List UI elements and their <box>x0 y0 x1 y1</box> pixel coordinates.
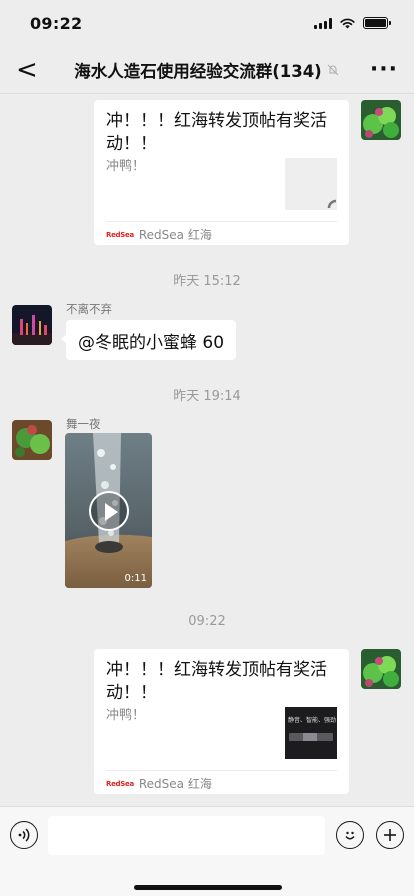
add-icon[interactable] <box>376 821 404 849</box>
signal-icon <box>314 17 332 29</box>
self-avatar[interactable] <box>361 649 401 689</box>
self-avatar[interactable] <box>361 100 401 140</box>
thumbnail-caption: 静音、智能、强劲 <box>288 717 337 724</box>
link-source: RedSea RedSea 红海 <box>106 770 337 796</box>
back-icon[interactable]: < <box>16 57 44 83</box>
status-bar: 09:22 <box>0 0 414 46</box>
message-input[interactable] <box>48 816 325 855</box>
video-duration: 0:11 <box>124 573 147 584</box>
link-thumbnail: 静音、智能、强劲 <box>285 707 337 759</box>
status-time: 09:22 <box>30 13 83 33</box>
redsea-logo: RedSea <box>106 779 134 788</box>
timestamp: 昨天 15:12 <box>173 274 241 289</box>
redsea-logo: RedSea <box>106 230 134 239</box>
chat-header: < 海水人造石使用经验交流群(134) ··· <box>0 46 414 94</box>
status-icons <box>314 17 391 29</box>
input-bar <box>0 806 414 896</box>
wifi-icon <box>340 18 355 29</box>
loading-icon <box>327 199 337 209</box>
mute-icon <box>327 64 339 75</box>
text-message[interactable]: @冬眠的小蜜蜂 60 <box>60 320 237 360</box>
sender-name: 舞一夜 <box>66 417 101 431</box>
link-source: RedSea RedSea 红海 <box>106 221 337 247</box>
emoji-icon[interactable] <box>336 821 364 849</box>
more-icon[interactable]: ··· <box>370 57 398 82</box>
play-icon[interactable] <box>89 491 129 531</box>
link-card-message[interactable]: 冲！！！红海转发顶帖有奖活动！！ 冲鸭！ 静音、智能、强劲 RedSea Red… <box>94 649 349 794</box>
link-thumbnail <box>285 158 337 210</box>
sender-avatar[interactable] <box>12 420 52 460</box>
link-source-name: RedSea 红海 <box>138 777 212 791</box>
battery-icon <box>363 17 391 29</box>
link-card-message[interactable]: 冲！！！红海转发顶帖有奖活动！！ 冲鸭！ RedSea RedSea 红海 <box>94 100 349 245</box>
video-message[interactable]: 0:11 <box>65 433 152 588</box>
voice-icon[interactable] <box>10 821 38 849</box>
timestamp: 09:22 <box>188 614 226 629</box>
home-indicator <box>134 885 282 890</box>
link-description: 冲鸭！ <box>106 159 146 174</box>
link-title: 冲！！！红海转发顶帖有奖活动！！ <box>106 111 327 154</box>
link-description: 冲鸭！ <box>106 708 146 723</box>
link-title: 冲！！！红海转发顶帖有奖活动！！ <box>106 660 327 703</box>
chat-title: 海水人造石使用经验交流群(134) <box>74 61 322 81</box>
link-source-name: RedSea 红海 <box>138 228 212 242</box>
sender-name: 不离不弃 <box>66 302 112 316</box>
chat-title-wrap: 海水人造石使用经验交流群(134) <box>74 58 340 82</box>
timestamp: 昨天 19:14 <box>173 389 241 404</box>
chat-messages[interactable]: 冲！！！红海转发顶帖有奖活动！！ 冲鸭！ RedSea RedSea 红海 昨天… <box>0 94 414 806</box>
sender-avatar[interactable] <box>12 305 52 345</box>
